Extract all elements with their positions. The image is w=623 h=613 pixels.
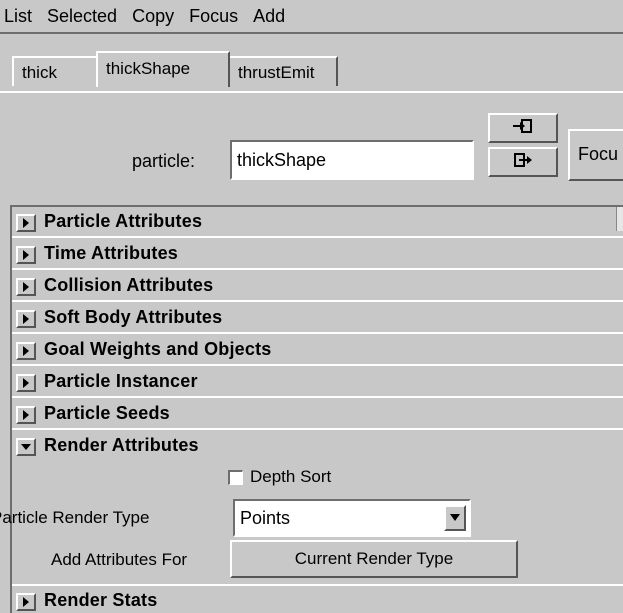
triangle-right-icon[interactable]	[16, 246, 36, 264]
depth-sort-checkbox[interactable]	[228, 469, 243, 485]
triangle-right-icon[interactable]	[16, 374, 36, 392]
section-title: Particle Instancer	[44, 371, 198, 391]
triangle-right-icon[interactable]	[16, 593, 36, 611]
triangle-right-icon[interactable]	[16, 310, 36, 328]
focus-button[interactable]: Focu	[568, 129, 623, 181]
triangle-down-icon[interactable]	[16, 438, 36, 456]
particle-header: particle: thickShape Focu	[0, 93, 623, 198]
menu-selected[interactable]: Selected	[39, 6, 124, 27]
section-particle-attributes[interactable]: Particle Attributes	[12, 207, 623, 238]
node-tabs: thick thickShape thrustEmit	[0, 34, 623, 92]
section-render-attributes[interactable]: Render Attributes	[12, 431, 623, 462]
depth-sort-label: Depth Sort	[250, 467, 332, 486]
tab-thickshape[interactable]: thickShape	[96, 51, 230, 87]
section-goal-weights[interactable]: Goal Weights and Objects	[12, 335, 623, 366]
section-collision-attributes[interactable]: Collision Attributes	[12, 271, 623, 302]
current-render-type-button[interactable]: Current Render Type	[230, 540, 518, 578]
section-title: Time Attributes	[44, 243, 179, 263]
menu-focus[interactable]: Focus	[181, 6, 245, 27]
menu-copy[interactable]: Copy	[124, 6, 181, 27]
render-type-select[interactable]: Points	[233, 499, 471, 537]
select-node-button[interactable]	[488, 147, 558, 177]
particle-label: particle:	[132, 151, 196, 171]
arrow-out-box-icon	[511, 151, 535, 174]
menu-add[interactable]: Add	[245, 6, 292, 27]
load-selected-button[interactable]	[488, 113, 558, 143]
section-title: Collision Attributes	[44, 275, 214, 295]
chevron-down-icon[interactable]	[444, 505, 466, 531]
section-title: Render Attributes	[44, 435, 199, 455]
particle-name-field[interactable]: thickShape	[230, 140, 474, 180]
render-type-value: Points	[240, 508, 291, 528]
section-title: Particle Attributes	[44, 211, 203, 231]
section-title: Soft Body Attributes	[44, 307, 223, 327]
section-particle-seeds[interactable]: Particle Seeds	[12, 399, 623, 430]
tab-thrustemit[interactable]: thrustEmit	[228, 56, 338, 86]
tab-thick[interactable]: thick	[12, 56, 98, 86]
menu-list[interactable]: List	[0, 6, 39, 27]
section-title: Render Stats	[44, 590, 158, 610]
section-particle-instancer[interactable]: Particle Instancer	[12, 367, 623, 398]
section-title: Particle Seeds	[44, 403, 170, 423]
add-attributes-label: Add Attributes For	[51, 550, 188, 569]
triangle-right-icon[interactable]	[16, 406, 36, 424]
section-render-stats[interactable]: Render Stats	[12, 584, 623, 613]
section-title: Goal Weights and Objects	[44, 339, 272, 359]
triangle-right-icon[interactable]	[16, 214, 36, 232]
section-soft-body-attributes[interactable]: Soft Body Attributes	[12, 303, 623, 334]
arrow-into-box-icon	[511, 117, 535, 140]
depth-sort-row: Depth Sort	[228, 467, 331, 487]
menu-bar: List Selected Copy Focus Add	[0, 0, 623, 34]
section-time-attributes[interactable]: Time Attributes	[12, 239, 623, 270]
triangle-right-icon[interactable]	[16, 278, 36, 296]
triangle-right-icon[interactable]	[16, 342, 36, 360]
render-type-label: Particle Render Type	[0, 508, 150, 527]
